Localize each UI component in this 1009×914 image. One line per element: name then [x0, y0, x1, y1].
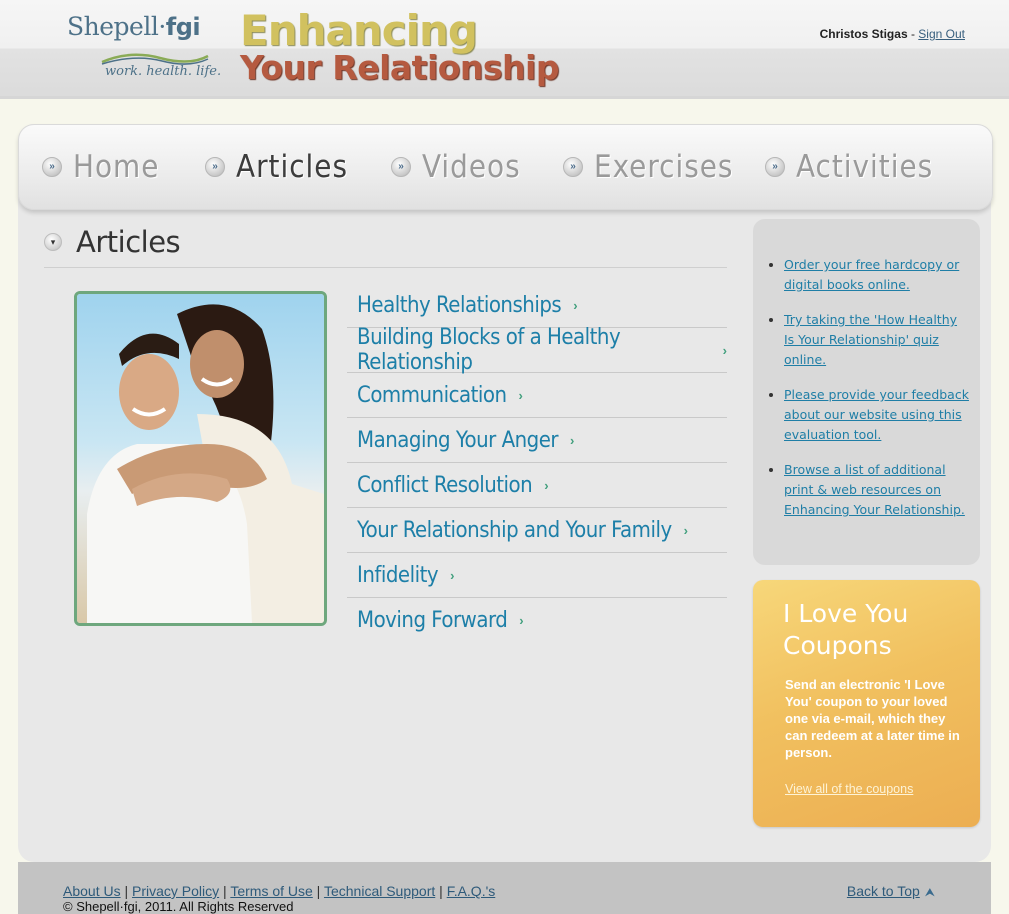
article-label: Communication: [357, 382, 507, 408]
list-item: Please provide your feedback about our w…: [784, 385, 970, 445]
couple-photo: [74, 291, 327, 626]
nav-label: Home: [73, 149, 160, 185]
article-link-moving-forward[interactable]: Moving Forward ›: [347, 598, 727, 643]
footer-link-terms[interactable]: Terms of Use: [230, 883, 312, 899]
footer-link-support[interactable]: Technical Support: [324, 883, 435, 899]
footer-link-privacy[interactable]: Privacy Policy: [132, 883, 219, 899]
article-link-building-blocks[interactable]: Building Blocks of a Healthy Relationshi…: [347, 325, 727, 375]
logo-suffix: fgi: [165, 13, 201, 41]
sidebar-link-quiz[interactable]: Try taking the 'How Healthy Is Your Rela…: [784, 312, 957, 367]
logo-tagline: work. health. life.: [105, 64, 222, 79]
nav-item-home[interactable]: » Home: [42, 149, 159, 185]
article-label: Managing Your Anger: [357, 427, 559, 453]
article-label: Moving Forward: [357, 608, 508, 633]
back-to-top-label: Back to Top: [846, 883, 920, 899]
chevron-right-icon: ›: [518, 387, 523, 403]
double-chevron-right-icon: »: [765, 157, 785, 177]
double-chevron-right-icon: »: [42, 157, 62, 177]
chevron-right-icon: ›: [683, 522, 689, 538]
shepell-fgi-logo[interactable]: Shepell·fgi: [67, 12, 201, 41]
sign-out-link[interactable]: Sign Out: [918, 27, 965, 41]
article-link-healthy-relationships[interactable]: Healthy Relationships ›: [347, 283, 727, 328]
sidebar-link-list: Order your free hardcopy or digital book…: [753, 219, 980, 520]
article-label: Building Blocks of a Healthy Relationshi…: [357, 325, 621, 375]
couple-photo-illustration: [77, 294, 324, 623]
site-header: Shepell·fgi work. health. life. Enhancin…: [0, 0, 1009, 99]
chevron-down-icon: ▾: [44, 233, 62, 251]
back-to-top-link[interactable]: Back to Top ⮝: [847, 883, 935, 900]
article-link-managing-anger[interactable]: Managing Your Anger ›: [347, 418, 727, 463]
coupon-title: I Love You Coupons: [783, 599, 909, 660]
sidebar-link-order-books[interactable]: Order your free hardcopy or digital book…: [784, 257, 959, 292]
article-link-conflict-resolution[interactable]: Conflict Resolution ›: [347, 463, 727, 508]
article-label: Conflict Resolution: [357, 472, 533, 498]
list-item: Browse a list of additional print & web …: [784, 460, 970, 520]
logo-dot: ·: [158, 12, 166, 41]
sidebar-link-feedback[interactable]: Please provide your feedback about our w…: [784, 387, 969, 442]
article-label: Your Relationship and Your Family: [357, 517, 672, 543]
sidebar-links-box: Order your free hardcopy or digital book…: [753, 219, 980, 565]
section-divider: [44, 267, 727, 268]
article-label: Healthy Relationships: [357, 292, 562, 318]
nav-item-activities[interactable]: » Activities: [765, 149, 933, 185]
main-nav: » Home » Articles » Videos » Exercises »…: [18, 124, 993, 210]
footer-link-about[interactable]: About Us: [63, 883, 121, 899]
chevron-right-icon: ›: [573, 297, 578, 313]
logo-name: Shepell: [67, 12, 159, 41]
list-item: Order your free hardcopy or digital book…: [784, 255, 970, 295]
site-title-line2: Your Relationship: [240, 48, 560, 87]
chevron-up-icon: ⮝: [924, 885, 935, 899]
nav-label: Videos: [422, 149, 521, 185]
view-coupons-link[interactable]: View all of the coupons: [785, 782, 913, 796]
article-link-infidelity[interactable]: Infidelity ›: [347, 553, 727, 598]
list-item: Try taking the 'How Healthy Is Your Rela…: [784, 310, 970, 370]
article-link-relationship-family[interactable]: Your Relationship and Your Family ›: [347, 508, 727, 553]
chevron-right-icon: ›: [544, 477, 549, 493]
coupon-description: Send an electronic 'I Love You' coupon t…: [785, 677, 960, 760]
user-separator: -: [907, 27, 919, 41]
section-heading: ▾ Articles: [44, 225, 181, 259]
article-list: Healthy Relationships › Building Blocks …: [347, 283, 727, 643]
footer-link-faq[interactable]: F.A.Q.'s: [447, 883, 496, 899]
double-chevron-right-icon: »: [205, 157, 225, 177]
nav-label: Articles: [236, 149, 348, 185]
coupon-box: I Love You Coupons Send an electronic 'I…: [753, 580, 980, 827]
nav-label: Exercises: [594, 149, 734, 185]
sidebar-link-resources[interactable]: Browse a list of additional print & web …: [784, 462, 965, 517]
nav-item-articles[interactable]: » Articles: [205, 149, 348, 185]
double-chevron-right-icon: »: [391, 157, 411, 177]
article-label: Infidelity: [357, 562, 439, 588]
user-name: Christos Stigas: [819, 27, 908, 41]
chevron-right-icon: ›: [519, 613, 524, 628]
double-chevron-right-icon: »: [563, 157, 583, 177]
chevron-right-icon: ›: [450, 567, 455, 583]
user-box: Christos Stigas - Sign Out: [820, 27, 965, 41]
chevron-right-icon: ›: [570, 432, 575, 448]
copyright-text: © Shepell·fgi, 2011. All Rights Reserved: [63, 899, 294, 914]
footer-links: About Us | Privacy Policy | Terms of Use…: [63, 883, 496, 899]
chevron-right-icon: ›: [722, 342, 727, 358]
article-link-communication[interactable]: Communication ›: [347, 373, 727, 418]
nav-item-exercises[interactable]: » Exercises: [563, 149, 733, 185]
site-footer: About Us | Privacy Policy | Terms of Use…: [18, 862, 991, 914]
page-title: Articles: [76, 225, 181, 259]
nav-label: Activities: [796, 149, 934, 185]
nav-item-videos[interactable]: » Videos: [391, 149, 521, 185]
